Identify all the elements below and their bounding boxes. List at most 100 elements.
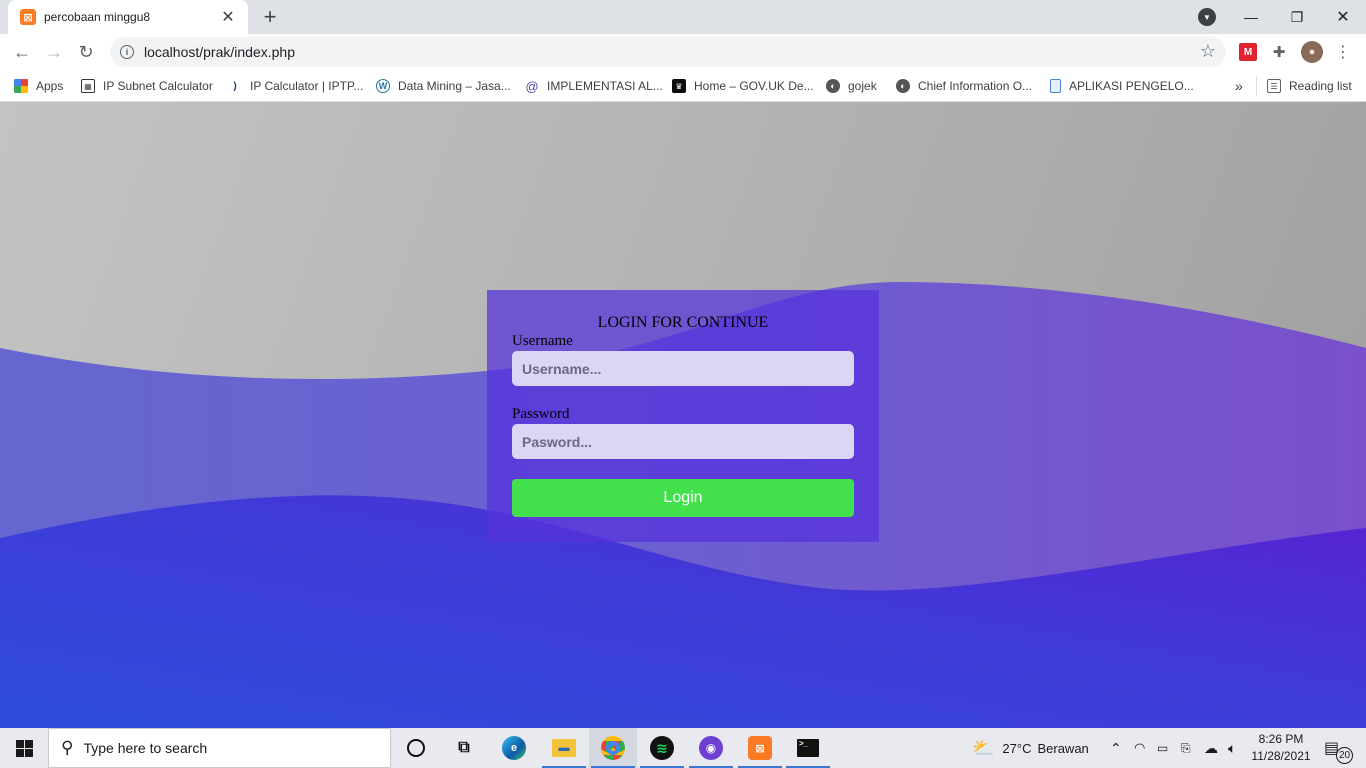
forward-arrow-icon[interactable]: → xyxy=(40,38,68,66)
new-tab-button[interactable]: + xyxy=(258,4,282,29)
xampp-icon: ⊠ xyxy=(748,736,772,760)
tab-search-icon[interactable]: ▼ xyxy=(1198,8,1216,26)
volume-speaker-icon[interactable]: 🔈︎ xyxy=(1228,728,1236,768)
taskbar-xampp[interactable]: ⊠ xyxy=(736,728,784,768)
bookmarks-bar: Apps ▦ IP Subnet Calculator ) IP Calcula… xyxy=(0,70,1366,102)
globe-icon: ◐ xyxy=(826,79,840,93)
browser-tab[interactable]: ⊠ percobaan minggu8 ✕ xyxy=(8,0,248,34)
bookmark-label: IMPLEMENTASI AL... xyxy=(547,79,663,93)
network-wifi-icon[interactable]: ◠ xyxy=(1134,728,1145,768)
bookmark-chief-information[interactable]: ◐ Chief Information O... xyxy=(896,76,1032,96)
url-text[interactable]: localhost/prak/index.php xyxy=(144,44,295,60)
close-window-button[interactable]: ✕ xyxy=(1320,0,1366,34)
taskbar-chrome[interactable] xyxy=(589,728,637,768)
bookmark-data-mining[interactable]: W Data Mining – Jasa... xyxy=(376,76,511,96)
weather-description: Berawan xyxy=(1037,740,1089,756)
windows-logo-icon xyxy=(15,739,33,757)
bookmark-label: Home – GOV.UK De... xyxy=(694,79,814,93)
bookmark-label: APLIKASI PENGELO... xyxy=(1069,79,1194,93)
username-label: Username xyxy=(512,333,573,349)
crown-icon: ♛ xyxy=(672,79,686,93)
clock-date: 11/28/2021 xyxy=(1251,749,1311,763)
profile-avatar[interactable]: ● xyxy=(1301,41,1323,63)
search-icon: ⚲ xyxy=(61,738,74,757)
globe-icon: ◐ xyxy=(896,79,910,93)
bookmark-gov-uk[interactable]: ♛ Home – GOV.UK De... xyxy=(672,76,814,96)
bookmark-gojek[interactable]: ◐ gojek xyxy=(826,76,877,96)
mendeley-extension-icon[interactable]: M xyxy=(1239,43,1257,61)
site-info-icon[interactable]: i xyxy=(120,45,134,59)
bookmark-label: Data Mining – Jasa... xyxy=(398,79,511,93)
notification-count: 20 xyxy=(1336,747,1353,764)
reload-icon[interactable]: ↻ xyxy=(72,38,100,66)
taskbar-terminal[interactable]: >_ xyxy=(784,728,832,768)
taskbar-github-desktop[interactable]: ◉ xyxy=(687,728,735,768)
start-button[interactable] xyxy=(0,728,48,768)
bookmarks-overflow-button[interactable]: » xyxy=(1235,76,1243,96)
restore-button[interactable]: ❐ xyxy=(1274,0,1320,34)
password-input[interactable] xyxy=(512,424,854,459)
tab-title: percobaan minggu8 xyxy=(44,10,151,24)
username-input[interactable] xyxy=(512,351,854,386)
weather-temp: 27°C xyxy=(1002,740,1032,756)
taskbar-search-box[interactable]: ⚲ Type here to search xyxy=(48,728,391,768)
bookmark-ip-subnet[interactable]: ▦ IP Subnet Calculator xyxy=(81,76,213,96)
edge-icon: e xyxy=(502,736,526,760)
bookmark-label: IP Subnet Calculator xyxy=(103,79,213,93)
github-icon: ◉ xyxy=(699,736,723,760)
login-button[interactable]: Login xyxy=(512,479,854,517)
calculator-icon: ▦ xyxy=(81,79,95,93)
cortana-circle-icon xyxy=(407,739,425,757)
login-card: LOGIN FOR CONTINUE Username Password Log… xyxy=(487,290,879,542)
tray-overflow-chevron-icon[interactable]: ⌃ xyxy=(1110,728,1122,768)
bookmark-label: Apps xyxy=(36,79,64,93)
bookmark-apps[interactable]: Apps xyxy=(14,76,63,96)
bookmark-star-icon[interactable]: ☆ xyxy=(1200,41,1216,62)
taskbar-spotify[interactable]: ≋ xyxy=(638,728,686,768)
tray-app-icon[interactable]: ⎘ xyxy=(1181,728,1191,768)
iptp-icon: ) xyxy=(233,80,237,92)
at-icon: @ xyxy=(525,78,539,94)
address-bar[interactable]: i localhost/prak/index.php ☆ xyxy=(110,37,1226,67)
tab-strip: ⊠ percobaan minggu8 ✕ + ▼ — ❐ ✕ xyxy=(0,0,1366,34)
bookmark-label: Chief Information O... xyxy=(918,79,1033,93)
extensions-puzzle-icon[interactable]: ✚ xyxy=(1270,43,1288,61)
terminal-icon: >_ xyxy=(797,739,819,757)
reading-list-button[interactable]: ☰ Reading list xyxy=(1256,76,1352,96)
menu-kebab-icon[interactable]: ⋮ xyxy=(1334,43,1352,61)
taskbar-edge[interactable]: e xyxy=(490,728,538,768)
cortana-button[interactable] xyxy=(392,728,440,768)
notification-center-button[interactable]: ▤ 20 xyxy=(1324,728,1353,768)
search-placeholder: Type here to search xyxy=(83,740,208,756)
reading-list-icon: ☰ xyxy=(1267,79,1281,93)
windows-taskbar: ⚲ Type here to search ⧉ e ▬ ≋ ◉ ⊠ >_ ⛅ 2… xyxy=(0,728,1366,768)
wordpress-icon: W xyxy=(376,79,390,93)
spotify-icon: ≋ xyxy=(650,736,674,760)
browser-toolbar: ← → ↻ i localhost/prak/index.php ☆ M ✚ ●… xyxy=(0,34,1366,70)
bookmark-aplikasi[interactable]: APLIKASI PENGELO... xyxy=(1050,76,1194,96)
bookmark-ip-calculator[interactable]: ) IP Calculator | IPTP... xyxy=(228,76,363,96)
xampp-favicon-icon: ⊠ xyxy=(20,9,36,25)
task-view-button[interactable]: ⧉ xyxy=(440,728,488,768)
clock-time: 8:26 PM xyxy=(1258,732,1304,746)
onedrive-cloud-icon[interactable]: ☁ xyxy=(1204,728,1218,768)
folder-icon: ▬ xyxy=(552,739,576,757)
battery-icon[interactable]: ▭ xyxy=(1157,728,1168,768)
taskbar-file-explorer[interactable]: ▬ xyxy=(540,728,588,768)
document-icon xyxy=(1050,79,1061,93)
login-title: LOGIN FOR CONTINUE xyxy=(597,314,769,331)
reading-list-label: Reading list xyxy=(1289,79,1352,93)
apps-grid-icon xyxy=(14,79,28,93)
bookmark-implementasi[interactable]: @ IMPLEMENTASI AL... xyxy=(525,76,663,96)
bookmark-label: gojek xyxy=(848,79,877,93)
task-view-icon: ⧉ xyxy=(458,739,470,756)
chrome-icon xyxy=(601,736,625,760)
minimize-button[interactable]: — xyxy=(1228,0,1274,34)
page-viewport: LOGIN FOR CONTINUE Username Password Log… xyxy=(0,102,1366,728)
password-label: Password xyxy=(512,406,570,422)
weather-widget[interactable]: ⛅ 27°C Berawan xyxy=(972,728,1089,768)
back-arrow-icon[interactable]: ← xyxy=(8,38,36,66)
taskbar-clock[interactable]: 8:26 PM 11/28/2021 xyxy=(1250,731,1312,765)
tab-close-icon[interactable]: ✕ xyxy=(218,7,238,27)
weather-cloud-sun-icon: ⛅ xyxy=(972,737,995,758)
